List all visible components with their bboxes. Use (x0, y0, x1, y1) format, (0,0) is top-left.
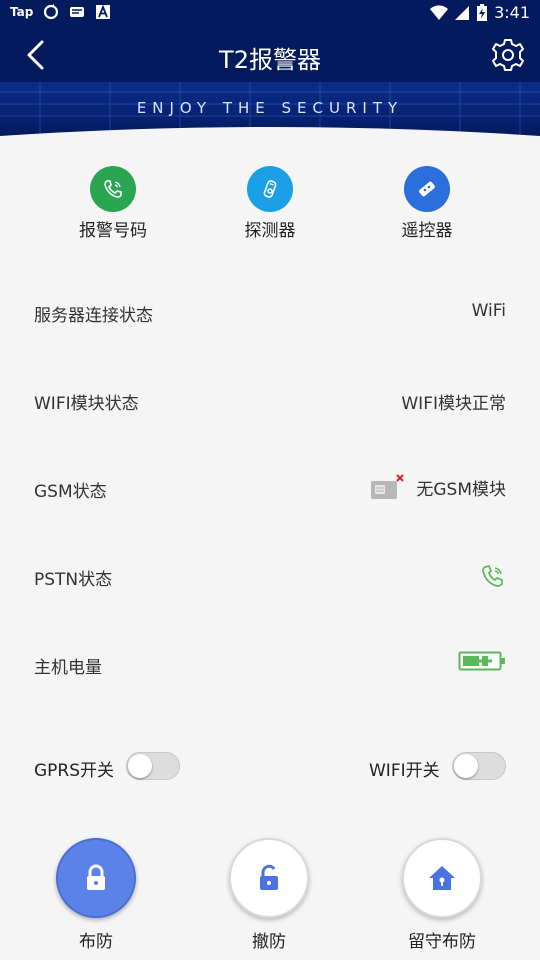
sync-icon (44, 4, 59, 20)
clock: 3:41 (494, 3, 530, 22)
server-status-value: WiFi (471, 301, 506, 321)
phone-icon (90, 166, 136, 212)
message-icon (70, 7, 85, 17)
switch-knob (128, 754, 152, 778)
pstn-status-row: PSTN状态 (34, 561, 506, 591)
wifi-module-status-label: WIFI模块状态 (34, 394, 139, 414)
shortcut-bar: 报警号码 探测器 遥控器 (0, 160, 540, 250)
no-sim-card-icon (371, 474, 405, 499)
remote-shortcut[interactable]: 遥控器 (367, 160, 487, 241)
disarm-button[interactable] (229, 838, 309, 918)
disarm-label: 撤防 (252, 932, 286, 952)
app-header: T2报警器 (0, 28, 540, 82)
security-banner: ENJOY THE SECURITY (0, 82, 540, 136)
host-battery-row: 主机电量 (34, 649, 506, 679)
shortcut-label: 遥控器 (401, 221, 453, 241)
gear-icon[interactable] (490, 37, 526, 73)
stay-arm-button[interactable] (402, 838, 482, 918)
pstn-status-label: PSTN状态 (34, 570, 113, 590)
gprs-switch[interactable] (126, 752, 180, 780)
tap-app-label: Tap (10, 5, 34, 19)
gsm-status-label: GSM状态 (34, 482, 107, 502)
battery-charging-icon (458, 651, 505, 671)
arm-label: 布防 (79, 932, 113, 952)
wifi-module-status-row: WIFI模块状态 WIFI模块正常 (34, 385, 506, 415)
server-status-row: 服务器连接状态 WiFi (34, 297, 506, 327)
server-status-label: 服务器连接状态 (34, 306, 153, 326)
home-lock-icon (429, 866, 455, 890)
gsm-status-value: 无GSM模块 (416, 479, 506, 500)
unlock-icon (260, 864, 278, 890)
phone-connected-icon (482, 564, 503, 587)
wifi-switch-label: WIFI开关 (369, 761, 440, 781)
alarm-number-shortcut[interactable]: 报警号码 (53, 160, 173, 241)
gprs-switch-label: GPRS开关 (34, 761, 115, 781)
remote-icon (404, 166, 450, 212)
arm-button[interactable] (56, 838, 136, 918)
font-icon (96, 4, 111, 19)
wifi-signal-icon (430, 4, 449, 20)
status-bar: Tap 3:41 (0, 0, 540, 28)
detector-shortcut[interactable]: 探测器 (210, 160, 330, 241)
wifi-switch[interactable] (452, 752, 506, 780)
page-title: T2报警器 (219, 46, 321, 74)
switch-knob (454, 754, 478, 778)
cell-signal-icon (455, 5, 470, 20)
wifi-module-status-value: WIFI模块正常 (401, 394, 506, 414)
battery-charging-icon (477, 3, 488, 21)
host-battery-label: 主机电量 (34, 658, 102, 678)
lock-icon (87, 864, 105, 890)
stay-arm-label: 留守布防 (408, 932, 476, 952)
detector-icon (247, 166, 293, 212)
banner-slogan: ENJOY THE SECURITY (136, 99, 404, 117)
shortcut-label: 探测器 (244, 221, 296, 241)
gsm-status-row: GSM状态 无GSM模块 (34, 473, 506, 503)
shortcut-label: 报警号码 (79, 221, 147, 241)
